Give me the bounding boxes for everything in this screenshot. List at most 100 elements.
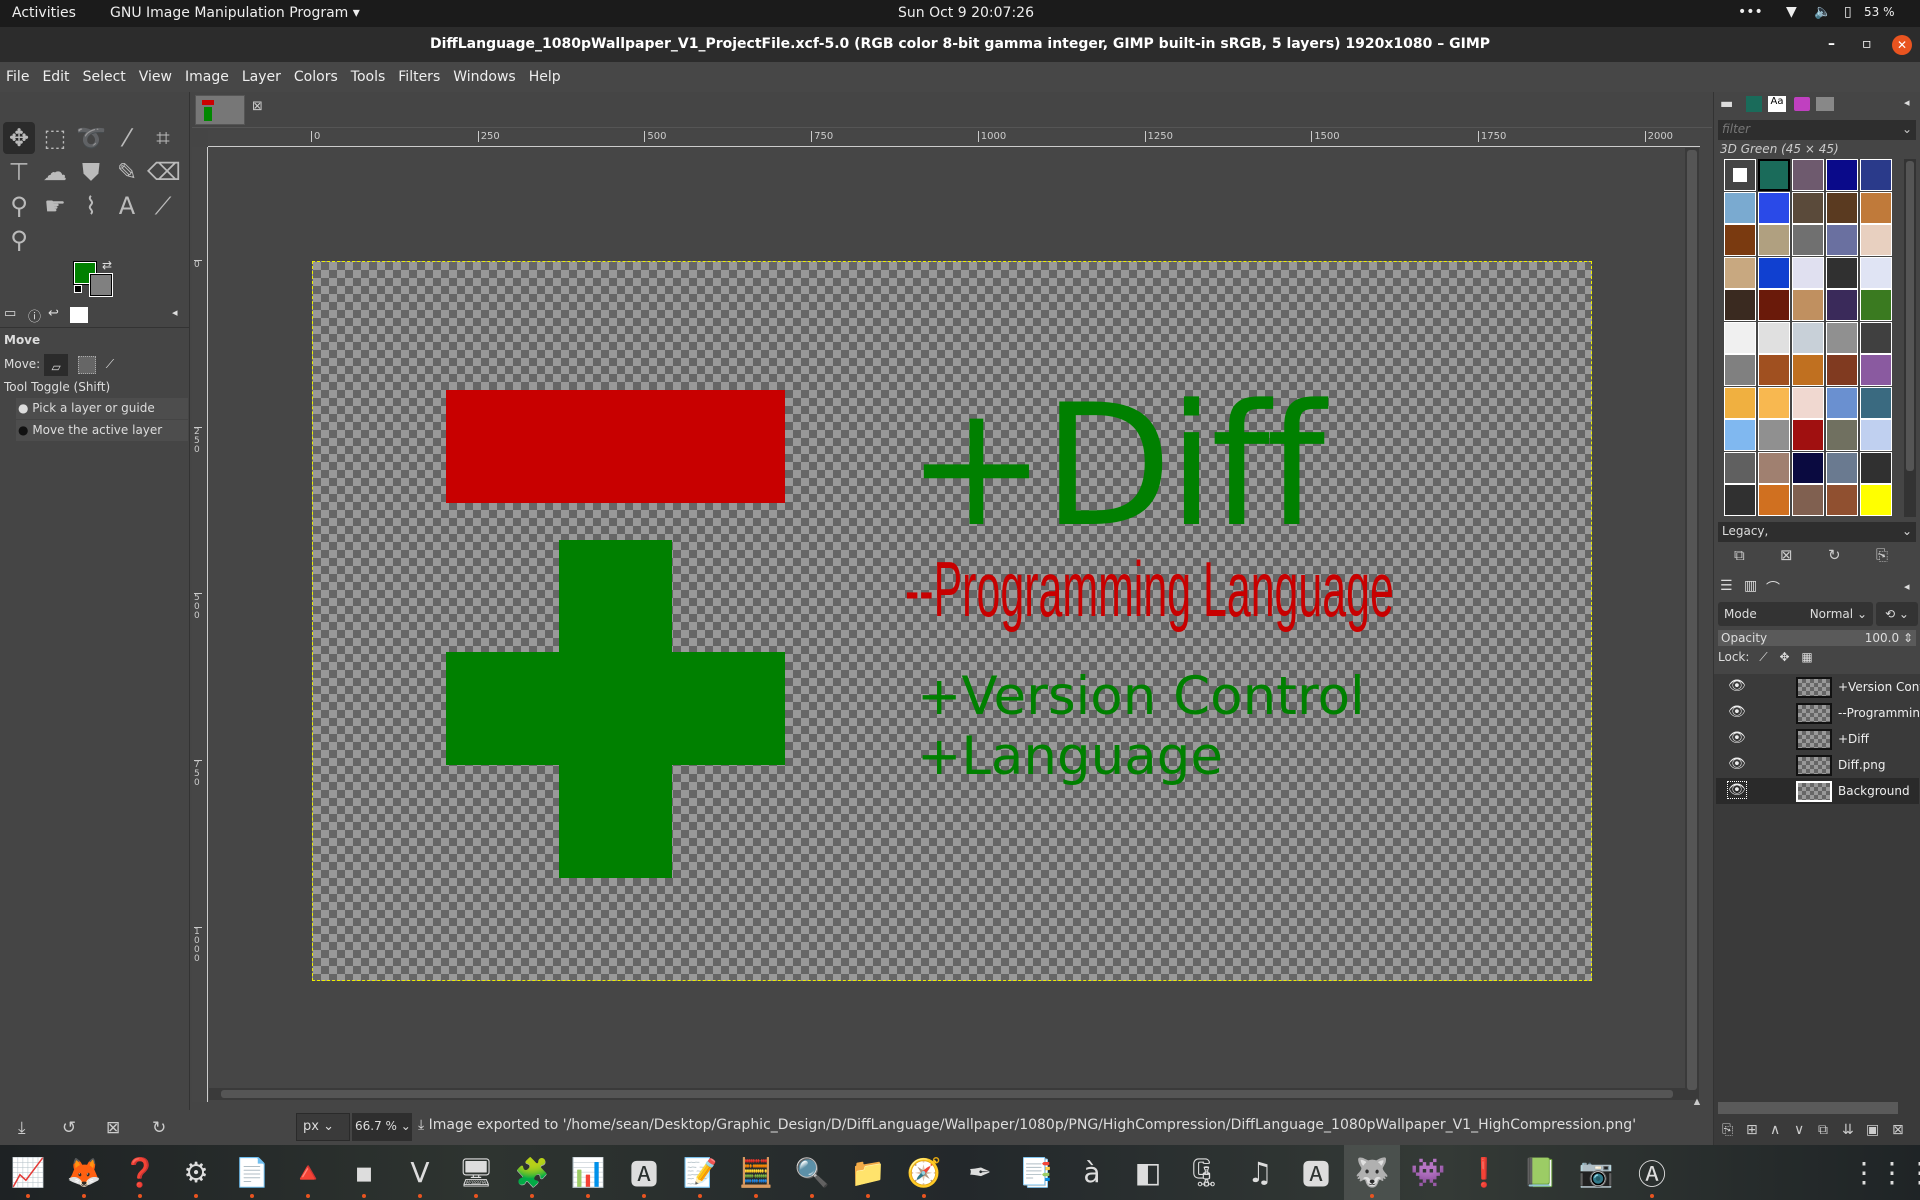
- close-image-tab-icon[interactable]: ⊠: [252, 99, 263, 114]
- pattern-swatch[interactable]: [1826, 484, 1858, 517]
- layer-row[interactable]: 👁 Diff.png: [1716, 752, 1919, 778]
- pick-layer-radio[interactable]: ● Pick a layer or guide: [16, 398, 188, 419]
- pattern-swatch[interactable]: [1860, 354, 1892, 387]
- panel-menu-icon[interactable]: ◂: [1904, 96, 1910, 109]
- duplicate-layer-icon[interactable]: ⧉: [1818, 1122, 1828, 1138]
- eye-icon[interactable]: 👁: [1728, 678, 1746, 694]
- dock-virtualbox-icon[interactable]: ◧: [1120, 1145, 1176, 1200]
- dock-app-grid-icon[interactable]: ⋮⋮⋮: [1850, 1145, 1920, 1200]
- duplicate-pattern-icon[interactable]: ⧉: [1734, 546, 1745, 564]
- dock-remote-desktop-icon[interactable]: 🖥: [448, 1145, 504, 1200]
- background-color[interactable]: [89, 273, 113, 297]
- fuzzy-select-tool-icon[interactable]: ⁄: [111, 122, 143, 154]
- pattern-swatch[interactable]: [1792, 451, 1824, 484]
- menu-layer[interactable]: Layer: [242, 69, 281, 85]
- pattern-swatch[interactable]: [1826, 159, 1858, 191]
- delete-pattern-icon[interactable]: ⊠: [1780, 546, 1793, 564]
- menu-colors[interactable]: Colors: [294, 69, 338, 85]
- menu-file[interactable]: File: [6, 69, 29, 85]
- app-menu[interactable]: GNU Image Manipulation Program ▾: [110, 5, 360, 21]
- reset-options-icon[interactable]: ↻: [152, 1118, 166, 1138]
- horizontal-scrollbar[interactable]: [209, 1088, 1685, 1100]
- menu-filters[interactable]: Filters: [398, 69, 440, 85]
- vertical-ruler[interactable]: 0 250 500 750 1000: [192, 147, 208, 1102]
- pattern-swatch[interactable]: [1758, 256, 1790, 289]
- gradients-tab[interactable]: [1816, 97, 1834, 111]
- dock-mario-icon[interactable]: 👾: [1400, 1145, 1456, 1200]
- pattern-swatch[interactable]: [1758, 484, 1790, 517]
- dock-font-viewer-icon[interactable]: 🅰: [1288, 1145, 1344, 1200]
- layer-name[interactable]: +Diff: [1838, 732, 1920, 746]
- dock-vim-icon[interactable]: V: [392, 1145, 448, 1200]
- pattern-swatch[interactable]: [1758, 321, 1790, 354]
- new-layer-group-icon[interactable]: ⊞: [1746, 1122, 1758, 1138]
- pattern-swatch[interactable]: [1826, 224, 1858, 257]
- activities-button[interactable]: Activities: [12, 5, 76, 21]
- pattern-swatch[interactable]: [1724, 321, 1756, 354]
- bucket-fill-tool-icon[interactable]: ⛊: [75, 156, 107, 188]
- pattern-swatch[interactable]: [1826, 256, 1858, 289]
- pattern-swatch[interactable]: [1860, 484, 1892, 517]
- pattern-swatch[interactable]: [1826, 321, 1858, 354]
- eye-icon[interactable]: 👁: [1728, 756, 1746, 772]
- dock-software-icon[interactable]: 🅰: [616, 1145, 672, 1200]
- pattern-swatch[interactable]: [1758, 451, 1790, 484]
- dock-text-editor-icon[interactable]: 📝: [672, 1145, 728, 1200]
- warp-transform-tool-icon[interactable]: ☁: [39, 156, 71, 188]
- pattern-swatch[interactable]: [1758, 289, 1790, 322]
- canvas-area[interactable]: +Diff --Programming Language +Version Co…: [209, 148, 1699, 1100]
- dock-inkscape-icon[interactable]: ✒: [952, 1145, 1008, 1200]
- pattern-swatch[interactable]: [1724, 484, 1756, 517]
- menu-edit[interactable]: Edit: [42, 69, 69, 85]
- layer-row[interactable]: 👁 +Version Control: [1716, 674, 1920, 700]
- pattern-swatch[interactable]: [1724, 289, 1756, 322]
- dock-system-monitor-icon[interactable]: 📈: [0, 1145, 56, 1200]
- layer-name[interactable]: Background: [1838, 784, 1920, 798]
- close-button[interactable]: ✕: [1892, 35, 1912, 55]
- dock-calculator-icon[interactable]: 🧮: [728, 1145, 784, 1200]
- dock-image-viewer-icon[interactable]: 🔍: [784, 1145, 840, 1200]
- patterns-tab[interactable]: [1746, 96, 1762, 112]
- menu-select[interactable]: Select: [83, 69, 126, 85]
- dock-terminal-icon[interactable]: ▪: [336, 1145, 392, 1200]
- dock-updater-icon[interactable]: Ⓐ: [1624, 1145, 1680, 1200]
- lock-alpha-icon[interactable]: ▦: [1801, 650, 1812, 664]
- free-select-tool-icon[interactable]: ➰: [75, 122, 107, 154]
- layers-panel-menu-icon[interactable]: ◂: [1904, 580, 1910, 593]
- pattern-scrollbar[interactable]: [1904, 159, 1916, 517]
- battery-icon[interactable]: ▯: [1844, 4, 1852, 20]
- rect-select-tool-icon[interactable]: ⬚: [39, 122, 71, 154]
- panel-menu-icon[interactable]: ◂: [172, 306, 178, 319]
- pattern-swatch[interactable]: [1860, 256, 1892, 289]
- layer-name[interactable]: --Programming Language: [1838, 706, 1920, 720]
- pattern-swatch[interactable]: [1758, 224, 1790, 257]
- wifi-icon[interactable]: ▼: [1786, 4, 1797, 20]
- menu-view[interactable]: View: [139, 69, 172, 85]
- default-colors-icon[interactable]: [74, 285, 82, 293]
- color-picker-tool-icon[interactable]: ⟋: [147, 190, 179, 222]
- new-layer-icon[interactable]: ⎘: [1722, 1122, 1733, 1138]
- pattern-swatch[interactable]: [1860, 321, 1892, 354]
- layer-name[interactable]: +Version Control: [1838, 680, 1920, 694]
- pattern-swatch[interactable]: [1724, 191, 1756, 224]
- fonts-tab[interactable]: Aa: [1768, 96, 1786, 112]
- pattern-swatch[interactable]: [1792, 354, 1824, 387]
- dock-files-icon[interactable]: 📁: [840, 1145, 896, 1200]
- pattern-swatch[interactable]: [1826, 419, 1858, 452]
- layer-row[interactable]: 👁 --Programming Language: [1716, 700, 1920, 726]
- clone-tool-icon[interactable]: ⚲: [3, 190, 35, 222]
- dock-help-icon[interactable]: ❓: [112, 1145, 168, 1200]
- pattern-swatch[interactable]: [1792, 159, 1824, 191]
- pattern-grid[interactable]: [1724, 159, 1899, 517]
- pattern-filter-input[interactable]: filter ⌄: [1718, 120, 1916, 140]
- pattern-swatch[interactable]: [1724, 224, 1756, 257]
- pattern-swatch[interactable]: [1758, 191, 1790, 224]
- dock-extensions-icon[interactable]: 🧩: [504, 1145, 560, 1200]
- battery-percent[interactable]: 53 %: [1864, 5, 1895, 19]
- move-path-mode-button[interactable]: ⟋: [106, 357, 114, 371]
- maximize-button[interactable]: ▫: [1862, 27, 1872, 62]
- paths-tool-icon[interactable]: ⌇: [75, 190, 107, 222]
- pattern-swatch[interactable]: [1758, 354, 1790, 387]
- dock-settings-icon[interactable]: ⚙: [168, 1145, 224, 1200]
- pattern-swatch[interactable]: [1860, 224, 1892, 257]
